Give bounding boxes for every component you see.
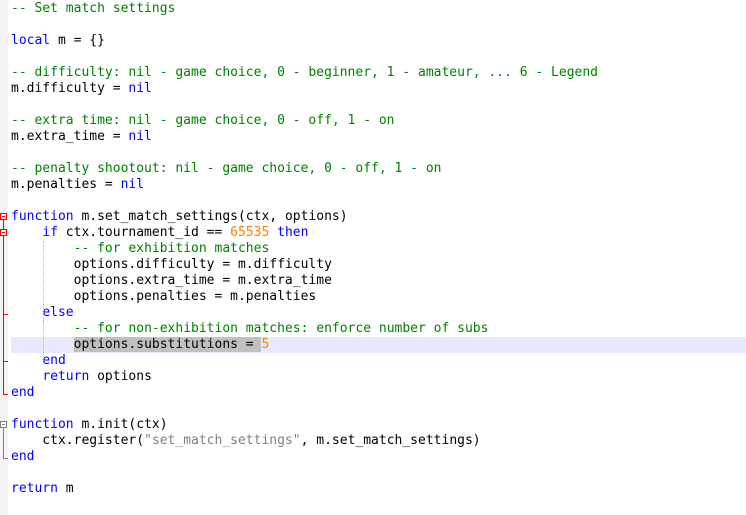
fold-line-function-init — [3, 428, 4, 458]
code-line[interactable]: options.difficulty = m.difficulty — [11, 257, 746, 273]
comment-token: -- Set match settings — [11, 1, 176, 16]
keyword-token: else — [42, 305, 74, 320]
code-token: options.difficulty = m.difficulty — [11, 257, 332, 272]
code-line[interactable]: -- for non-exhibition matches: enforce n… — [11, 321, 746, 337]
code-token: m.set_match_settings(ctx, options) — [73, 209, 348, 224]
code-line[interactable]: options.penalties = m.penalties — [11, 289, 746, 305]
code-line[interactable]: end — [11, 449, 746, 465]
code-line[interactable]: m.penalties = nil — [11, 177, 746, 193]
comment-token: -- for non-exhibition matches: enforce n… — [73, 321, 489, 336]
fold-end-marker — [3, 458, 8, 459]
code-line[interactable]: -- penalty shootout: nil - game choice, … — [11, 161, 746, 177]
code-line[interactable]: ​ — [11, 17, 746, 33]
code-token: options.penalties = m.penalties — [11, 289, 317, 304]
code-line[interactable]: -- difficulty: nil - game choice, 0 - be… — [11, 65, 746, 81]
code-line[interactable]: end — [11, 385, 746, 401]
code-token: , m.set_match_settings) — [300, 433, 481, 448]
code-line[interactable]: end — [11, 353, 746, 369]
keyword-token: nil — [128, 129, 152, 144]
code-line[interactable]: function m.set_match_settings(ctx, optio… — [11, 209, 746, 225]
code-line[interactable]: if ctx.tournament_id == 65535 then — [11, 225, 746, 241]
code-line[interactable]: options.extra_time = m.extra_time — [11, 273, 746, 289]
keyword-token: function — [11, 209, 74, 224]
code-token: m.extra_time = — [11, 129, 129, 144]
fold-margin[interactable] — [0, 0, 8, 515]
code-token: ctx.tournament_id == — [57, 225, 231, 240]
keyword-token: end — [11, 385, 35, 400]
keyword-token: local — [11, 33, 51, 48]
code-line[interactable]: ​ — [11, 193, 746, 209]
code-line[interactable]: ​ — [11, 97, 746, 113]
code-line[interactable]: ​ — [11, 401, 746, 417]
code-line[interactable]: return m — [11, 481, 746, 497]
fold-toggle-function-set-match-settings[interactable] — [0, 213, 7, 220]
code-token: options.extra_time = m.extra_time — [11, 273, 332, 288]
code-line[interactable]: -- extra time: nil - game choice, 0 - of… — [11, 113, 746, 129]
code-token: m.difficulty = — [11, 81, 129, 96]
code-token: m — [57, 481, 74, 496]
keyword-token: nil — [128, 81, 152, 96]
fold-line-function-set-match-settings — [3, 220, 4, 394]
code-token: m.penalties = — [11, 177, 121, 192]
code-line[interactable]: ​ — [11, 465, 746, 481]
code-line[interactable]: -- Set match settings — [11, 1, 746, 17]
code-line[interactable]: ​ — [11, 145, 746, 161]
code-line[interactable]: m.extra_time = nil — [11, 129, 746, 145]
selected-text: options.substitutions = — [73, 337, 262, 352]
code-area[interactable]: -- Set match settings​local m = {}​-- di… — [11, 0, 746, 497]
code-token: m.init(ctx) — [73, 417, 168, 432]
keyword-token: function — [11, 417, 74, 432]
code-line[interactable]: ​ — [11, 49, 746, 65]
code-editor[interactable]: -- Set match settings​local m = {}​-- di… — [0, 0, 746, 515]
code-line[interactable]: local m = {} — [11, 33, 746, 49]
keyword-token: return — [11, 481, 58, 496]
fold-end-marker — [3, 361, 8, 362]
number-token: 65535 — [230, 225, 270, 240]
code-token: m = {} — [50, 33, 105, 48]
keyword-token: then — [277, 225, 309, 240]
indent-guide — [43, 321, 44, 353]
fold-toggle-function-init[interactable] — [0, 421, 7, 428]
code-line[interactable]: -- for exhibition matches — [11, 241, 746, 257]
keyword-token: end — [11, 449, 35, 464]
comment-token: -- for exhibition matches — [73, 241, 270, 256]
comment-token: -- extra time: nil - game choice, 0 - of… — [11, 113, 395, 128]
keyword-token: nil — [120, 177, 145, 192]
code-line[interactable]: return options — [11, 369, 746, 385]
code-line[interactable]: function m.init(ctx) — [11, 417, 746, 433]
code-token: options — [89, 369, 152, 384]
code-line[interactable]: ctx.register("set_match_settings", m.set… — [11, 433, 746, 449]
keyword-token: return — [42, 369, 90, 384]
comment-token: -- penalty shootout: nil - game choice, … — [11, 161, 442, 176]
fold-end-marker — [3, 394, 8, 395]
comment-token: -- difficulty: nil - game choice, 0 - be… — [11, 65, 598, 80]
string-token: "set_match_settings" — [144, 433, 301, 448]
keyword-token: end — [42, 353, 66, 368]
code-line[interactable]: else — [11, 305, 746, 321]
code-line-current[interactable]: options.substitutions = 5 — [11, 337, 746, 353]
keyword-token: if — [42, 225, 58, 240]
code-token: ctx.register( — [11, 433, 145, 448]
fold-else-marker — [3, 314, 8, 315]
number-token: 5 — [261, 337, 270, 352]
code-line[interactable]: m.difficulty = nil — [11, 81, 746, 97]
fold-toggle-if-block[interactable] — [0, 229, 7, 236]
